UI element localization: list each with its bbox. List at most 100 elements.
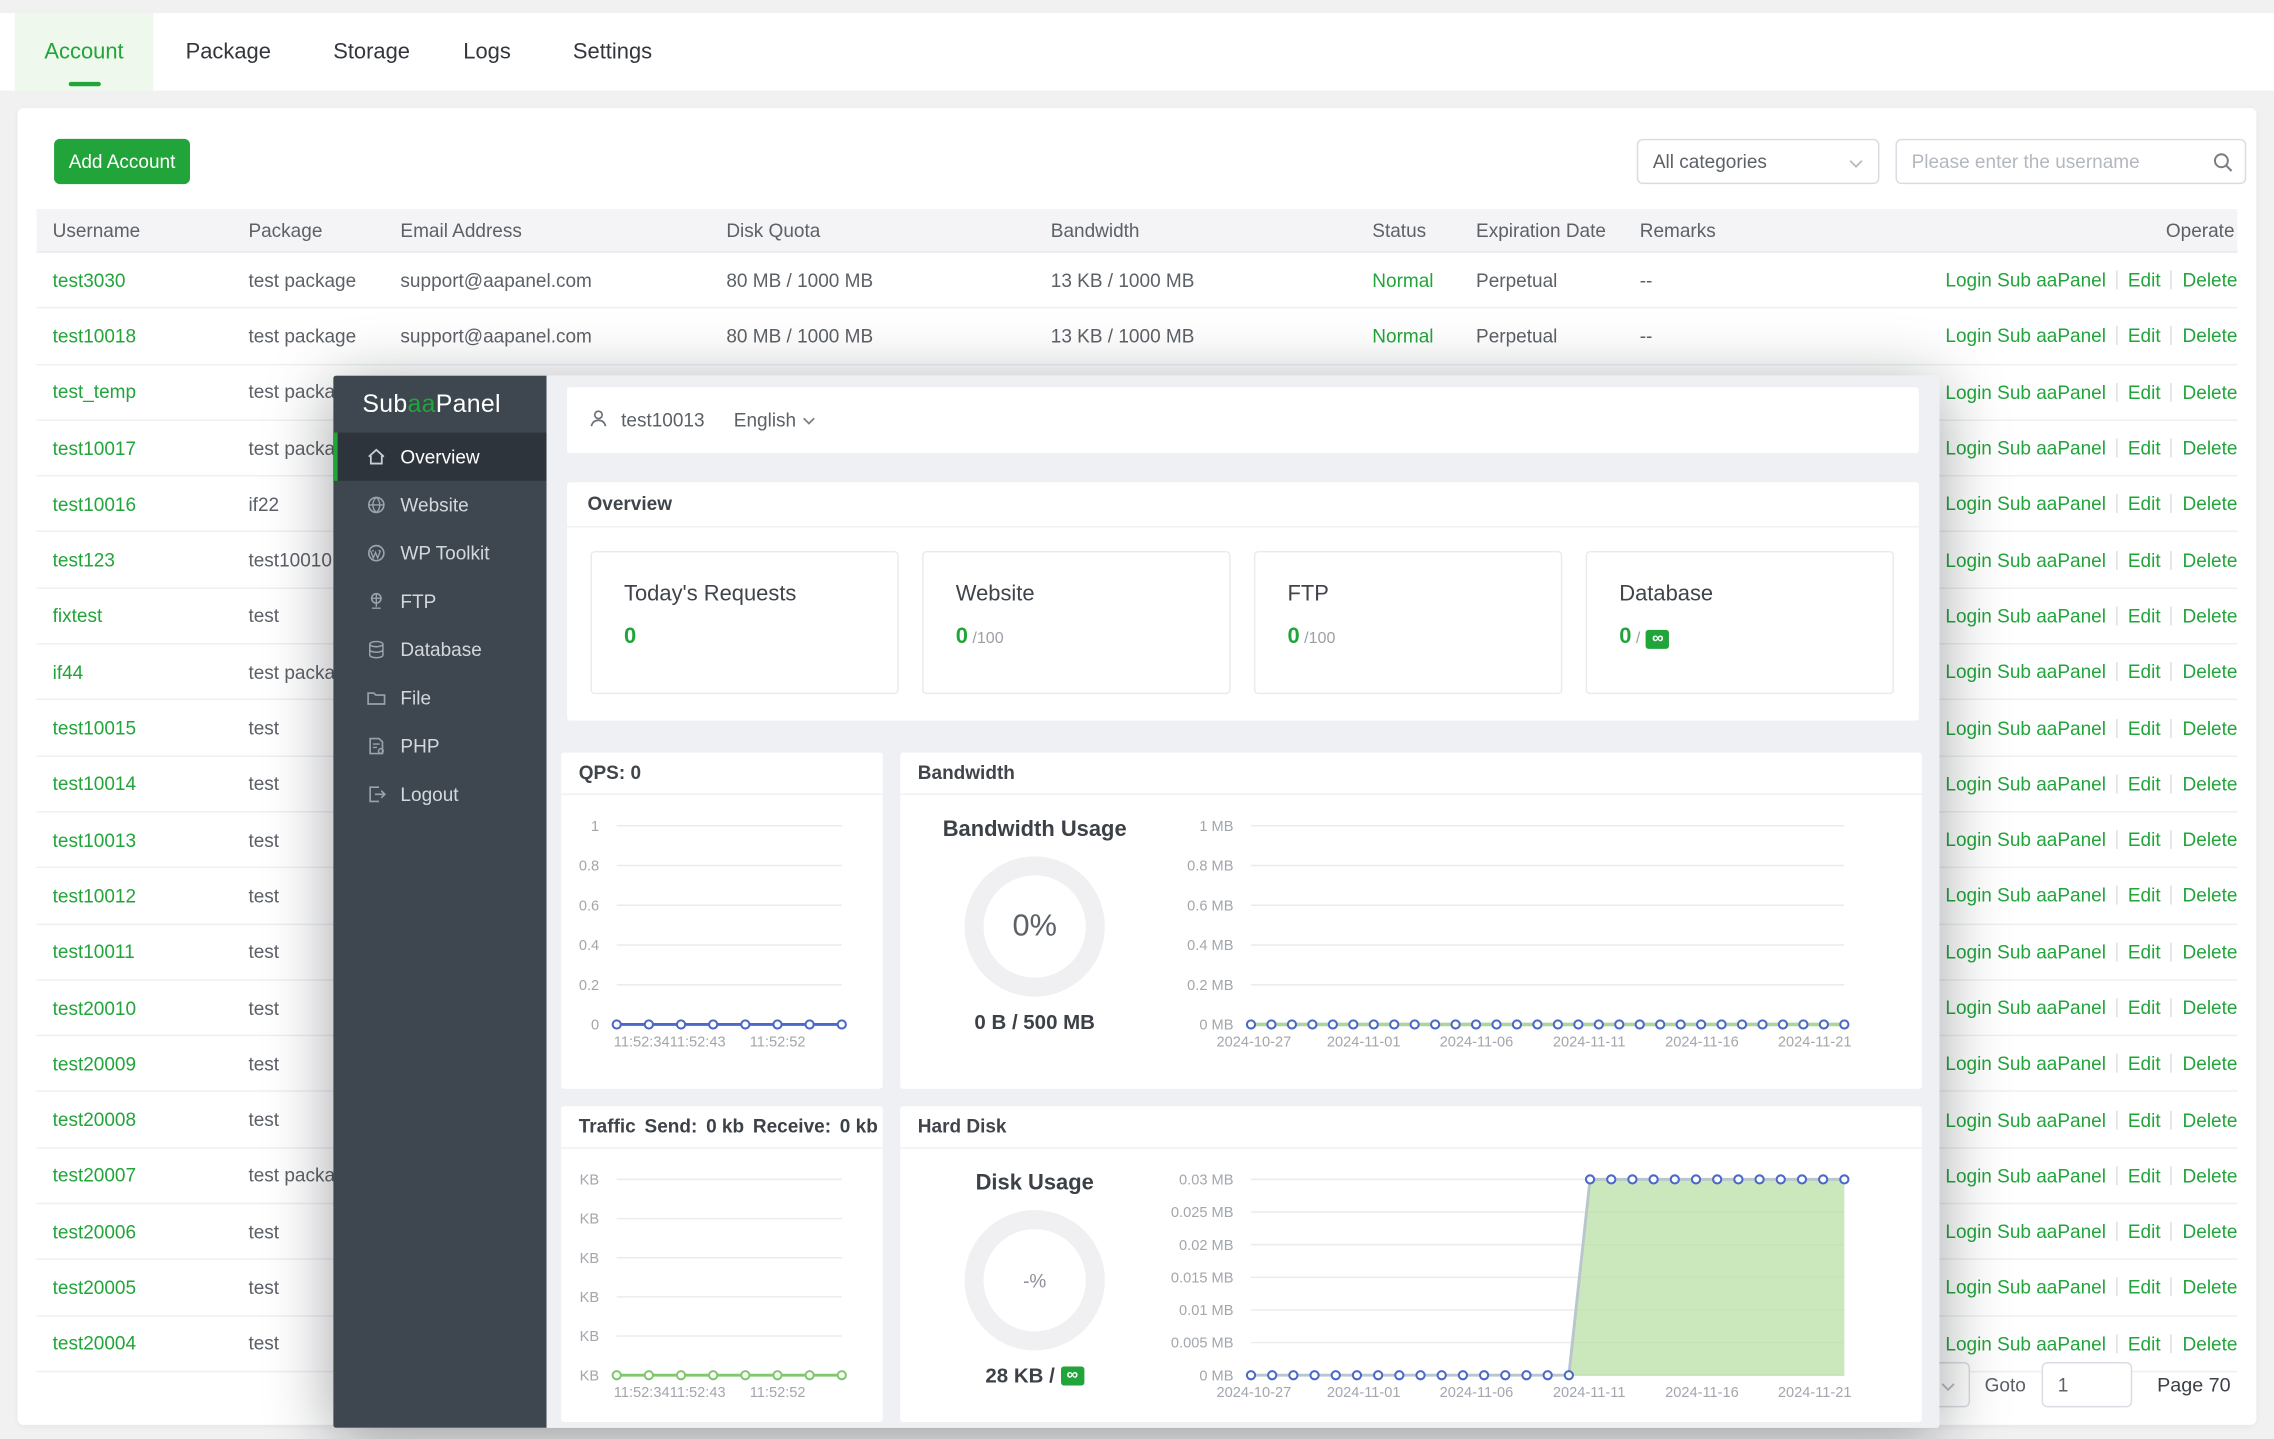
edit-link[interactable]: Edit (2128, 437, 2161, 459)
category-filter-select[interactable]: All categories (1636, 138, 1880, 185)
username-link[interactable]: test10012 (53, 885, 136, 907)
delete-link[interactable]: Delete (2183, 1221, 2238, 1243)
edit-link[interactable]: Edit (2128, 661, 2161, 683)
tab-account[interactable]: Account (14, 13, 154, 91)
edit-link[interactable]: Edit (2128, 717, 2161, 739)
edit-link[interactable]: Edit (2128, 829, 2161, 851)
login-sub-aapanel-link[interactable]: Login Sub aaPanel (1945, 1221, 2106, 1243)
edit-link[interactable]: Edit (2128, 1333, 2161, 1355)
username-link[interactable]: test10015 (53, 717, 136, 739)
login-sub-aapanel-link[interactable]: Login Sub aaPanel (1945, 773, 2106, 795)
delete-link[interactable]: Delete (2183, 717, 2238, 739)
username-link[interactable]: test10017 (53, 437, 136, 459)
login-sub-aapanel-link[interactable]: Login Sub aaPanel (1945, 549, 2106, 571)
delete-link[interactable]: Delete (2183, 829, 2238, 851)
sidebar-item-ftp[interactable]: FTP (333, 577, 546, 625)
login-sub-aapanel-link[interactable]: Login Sub aaPanel (1945, 325, 2106, 347)
delete-link[interactable]: Delete (2183, 885, 2238, 907)
delete-link[interactable]: Delete (2183, 381, 2238, 403)
username-link[interactable]: if44 (53, 661, 84, 683)
delete-link[interactable]: Delete (2183, 1109, 2238, 1131)
sidebar-item-database[interactable]: Database (333, 625, 546, 673)
username-link[interactable]: test123 (53, 549, 115, 571)
edit-link[interactable]: Edit (2128, 1109, 2161, 1131)
tab-package[interactable]: Package (186, 13, 271, 90)
edit-link[interactable]: Edit (2128, 1053, 2161, 1075)
login-sub-aapanel-link[interactable]: Login Sub aaPanel (1945, 1053, 2106, 1075)
language-select[interactable]: English (734, 409, 815, 431)
edit-link[interactable]: Edit (2128, 1277, 2161, 1299)
username-link[interactable]: test20005 (53, 1277, 136, 1299)
edit-link[interactable]: Edit (2128, 381, 2161, 403)
edit-link[interactable]: Edit (2128, 997, 2161, 1019)
login-sub-aapanel-link[interactable]: Login Sub aaPanel (1945, 269, 2106, 291)
delete-link[interactable]: Delete (2183, 1053, 2238, 1075)
username-link[interactable]: test20004 (53, 1333, 136, 1355)
edit-link[interactable]: Edit (2128, 549, 2161, 571)
username-link[interactable]: test20007 (53, 1165, 136, 1187)
edit-link[interactable]: Edit (2128, 773, 2161, 795)
edit-link[interactable]: Edit (2128, 493, 2161, 515)
delete-link[interactable]: Delete (2183, 773, 2238, 795)
add-account-button[interactable]: Add Account (54, 138, 190, 185)
username-link[interactable]: test20009 (53, 1053, 136, 1075)
edit-link[interactable]: Edit (2128, 941, 2161, 963)
edit-link[interactable]: Edit (2128, 325, 2161, 347)
tab-storage[interactable]: Storage (333, 13, 410, 90)
edit-link[interactable]: Edit (2128, 1165, 2161, 1187)
operate-divider (2116, 830, 2118, 850)
delete-link[interactable]: Delete (2183, 493, 2238, 515)
delete-link[interactable]: Delete (2183, 1333, 2238, 1355)
tab-logs[interactable]: Logs (463, 13, 511, 90)
edit-link[interactable]: Edit (2128, 1221, 2161, 1243)
delete-link[interactable]: Delete (2183, 661, 2238, 683)
login-sub-aapanel-link[interactable]: Login Sub aaPanel (1945, 1277, 2106, 1299)
username-link[interactable]: test20010 (53, 997, 136, 1019)
login-sub-aapanel-link[interactable]: Login Sub aaPanel (1945, 661, 2106, 683)
tab-settings[interactable]: Settings (573, 13, 652, 90)
username-link[interactable]: test10014 (53, 773, 136, 795)
delete-link[interactable]: Delete (2183, 325, 2238, 347)
login-sub-aapanel-link[interactable]: Login Sub aaPanel (1945, 493, 2106, 515)
username-link[interactable]: fixtest (53, 605, 103, 627)
login-sub-aapanel-link[interactable]: Login Sub aaPanel (1945, 605, 2106, 627)
login-sub-aapanel-link[interactable]: Login Sub aaPanel (1945, 1333, 2106, 1355)
goto-page-input[interactable] (2041, 1362, 2133, 1408)
sidebar-item-website[interactable]: Website (333, 481, 546, 529)
edit-link[interactable]: Edit (2128, 269, 2161, 291)
login-sub-aapanel-link[interactable]: Login Sub aaPanel (1945, 829, 2106, 851)
sidebar-item-php[interactable]: PHP (333, 722, 546, 770)
sidebar-item-logout[interactable]: Logout (333, 770, 546, 818)
search-icon[interactable] (2201, 140, 2245, 182)
username-link[interactable]: test10018 (53, 325, 136, 347)
username-link[interactable]: test20008 (53, 1109, 136, 1131)
sidebar-item-wp-toolkit[interactable]: WP Toolkit (333, 529, 546, 577)
delete-link[interactable]: Delete (2183, 1165, 2238, 1187)
login-sub-aapanel-link[interactable]: Login Sub aaPanel (1945, 941, 2106, 963)
delete-link[interactable]: Delete (2183, 605, 2238, 627)
login-sub-aapanel-link[interactable]: Login Sub aaPanel (1945, 437, 2106, 459)
delete-link[interactable]: Delete (2183, 269, 2238, 291)
sidebar-item-file[interactable]: File (333, 674, 546, 722)
sidebar-item-overview[interactable]: Overview (333, 432, 547, 481)
delete-link[interactable]: Delete (2183, 941, 2238, 963)
login-sub-aapanel-link[interactable]: Login Sub aaPanel (1945, 1109, 2106, 1131)
username-link[interactable]: test3030 (53, 269, 126, 291)
login-sub-aapanel-link[interactable]: Login Sub aaPanel (1945, 997, 2106, 1019)
login-sub-aapanel-link[interactable]: Login Sub aaPanel (1945, 1165, 2106, 1187)
delete-link[interactable]: Delete (2183, 1277, 2238, 1299)
login-sub-aapanel-link[interactable]: Login Sub aaPanel (1945, 885, 2106, 907)
delete-link[interactable]: Delete (2183, 437, 2238, 459)
delete-link[interactable]: Delete (2183, 997, 2238, 1019)
username-link[interactable]: test_temp (53, 381, 136, 403)
login-sub-aapanel-link[interactable]: Login Sub aaPanel (1945, 381, 2106, 403)
edit-link[interactable]: Edit (2128, 605, 2161, 627)
username-link[interactable]: test20006 (53, 1221, 136, 1243)
login-sub-aapanel-link[interactable]: Login Sub aaPanel (1945, 717, 2106, 739)
search-input[interactable] (1896, 150, 2201, 173)
username-link[interactable]: test10013 (53, 829, 136, 851)
delete-link[interactable]: Delete (2183, 549, 2238, 571)
edit-link[interactable]: Edit (2128, 885, 2161, 907)
username-link[interactable]: test10011 (53, 941, 135, 963)
username-link[interactable]: test10016 (53, 493, 136, 515)
